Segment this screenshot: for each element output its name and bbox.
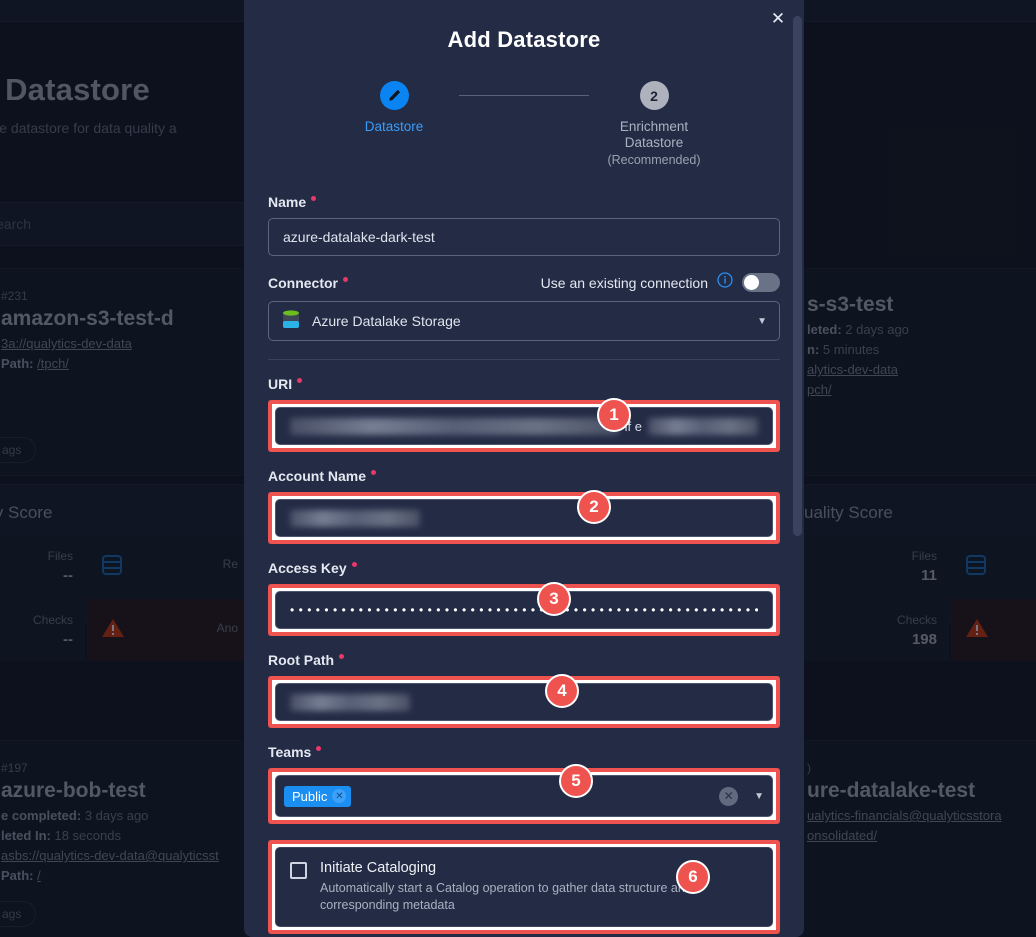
annotation-box-4: 4: [268, 674, 780, 729]
pencil-icon: [379, 81, 409, 110]
modal-title: Add Datastore: [447, 27, 601, 52]
access-key-label: Access Key: [268, 560, 347, 577]
root-path-label: Root Path: [268, 652, 335, 669]
stepper-connector-line: [459, 95, 589, 96]
chevron-down-icon[interactable]: ▼: [757, 316, 767, 327]
access-key-input[interactable]: ••••••••••••••••••••••••••••••••••••••••…: [275, 591, 773, 630]
chevron-down-icon[interactable]: ▼: [754, 791, 764, 802]
use-existing-connection-label: Use an existing connection: [540, 274, 708, 291]
connector-value: Azure Datalake Storage: [312, 313, 461, 330]
divider: [268, 359, 780, 361]
close-icon[interactable]: ✕: [766, 6, 790, 30]
annotation-box-2: 2: [268, 490, 780, 545]
name-input[interactable]: azure-datalake-dark-test: [268, 218, 780, 257]
modal-scrollbar[interactable]: [793, 16, 802, 536]
required-indicator: [316, 746, 322, 752]
annotation-box-1: lf e 1: [268, 398, 780, 453]
field-connector: Connector Use an existing connection Azu…: [268, 272, 780, 361]
account-name-label: Account Name: [268, 468, 367, 485]
connector-select[interactable]: Azure Datalake Storage ▼: [268, 301, 780, 342]
initiate-cataloging-checkbox[interactable]: [290, 862, 307, 880]
wizard-stepper: Datastore 2 Enrichment Datastore (Recomm…: [244, 81, 804, 168]
close-icon[interactable]: ✕: [332, 789, 347, 804]
annotation-box-5: Public ✕ ✕ ▼ 5: [268, 764, 780, 825]
annotation-box-6: Initiate Cataloging Automatically start …: [268, 840, 780, 935]
required-indicator: [371, 470, 377, 476]
clear-icon[interactable]: ✕: [719, 786, 739, 806]
field-teams: Teams Public ✕ ✕ ▼ 5: [268, 744, 780, 825]
add-datastore-form: Name azure-datalake-dark-test Connector …: [244, 168, 804, 935]
uri-input[interactable]: lf e: [275, 407, 773, 446]
access-key-masked-value: ••••••••••••••••••••••••••••••••••••••••…: [290, 603, 758, 618]
field-access-key: Access Key •••••••••••••••••••••••••••••…: [268, 560, 780, 637]
uri-label: URI: [268, 376, 293, 393]
step-number-2: 2: [639, 81, 669, 110]
step-enrichment-label: Enrichment Datastore: [619, 119, 689, 151]
name-label: Name: [268, 194, 307, 211]
step-datastore-label: Datastore: [364, 119, 424, 134]
required-indicator: [339, 654, 345, 660]
field-name: Name azure-datalake-dark-test: [268, 194, 780, 257]
required-indicator: [351, 562, 357, 568]
account-name-input[interactable]: [275, 499, 773, 538]
teams-select[interactable]: Public ✕ ✕ ▼: [275, 775, 773, 818]
azure-datalake-icon: [281, 309, 301, 334]
field-account-name: Account Name 2: [268, 468, 780, 545]
step-datastore[interactable]: Datastore: [329, 81, 459, 168]
required-indicator: [343, 276, 348, 282]
required-indicator: [311, 196, 317, 202]
annotation-box-3: ••••••••••••••••••••••••••••••••••••••••…: [268, 582, 780, 637]
team-chip-label: Public: [292, 788, 328, 804]
add-datastore-modal: ✕ Add Datastore Datastore 2 Enrichment D…: [244, 0, 804, 937]
step-enrichment-sublabel: (Recommended): [607, 152, 701, 167]
field-uri: URI lf e 1: [268, 376, 780, 453]
required-indicator: [297, 378, 303, 384]
team-chip-public[interactable]: Public ✕: [284, 785, 352, 807]
connector-label: Connector: [268, 274, 338, 291]
use-existing-connection-toggle[interactable]: [742, 273, 780, 293]
step-enrichment-datastore[interactable]: 2 Enrichment Datastore (Recommended): [589, 81, 719, 168]
teams-label: Teams: [268, 744, 312, 761]
field-root-path: Root Path 4: [268, 652, 780, 729]
root-path-input[interactable]: [275, 683, 773, 722]
info-icon[interactable]: [717, 272, 733, 293]
